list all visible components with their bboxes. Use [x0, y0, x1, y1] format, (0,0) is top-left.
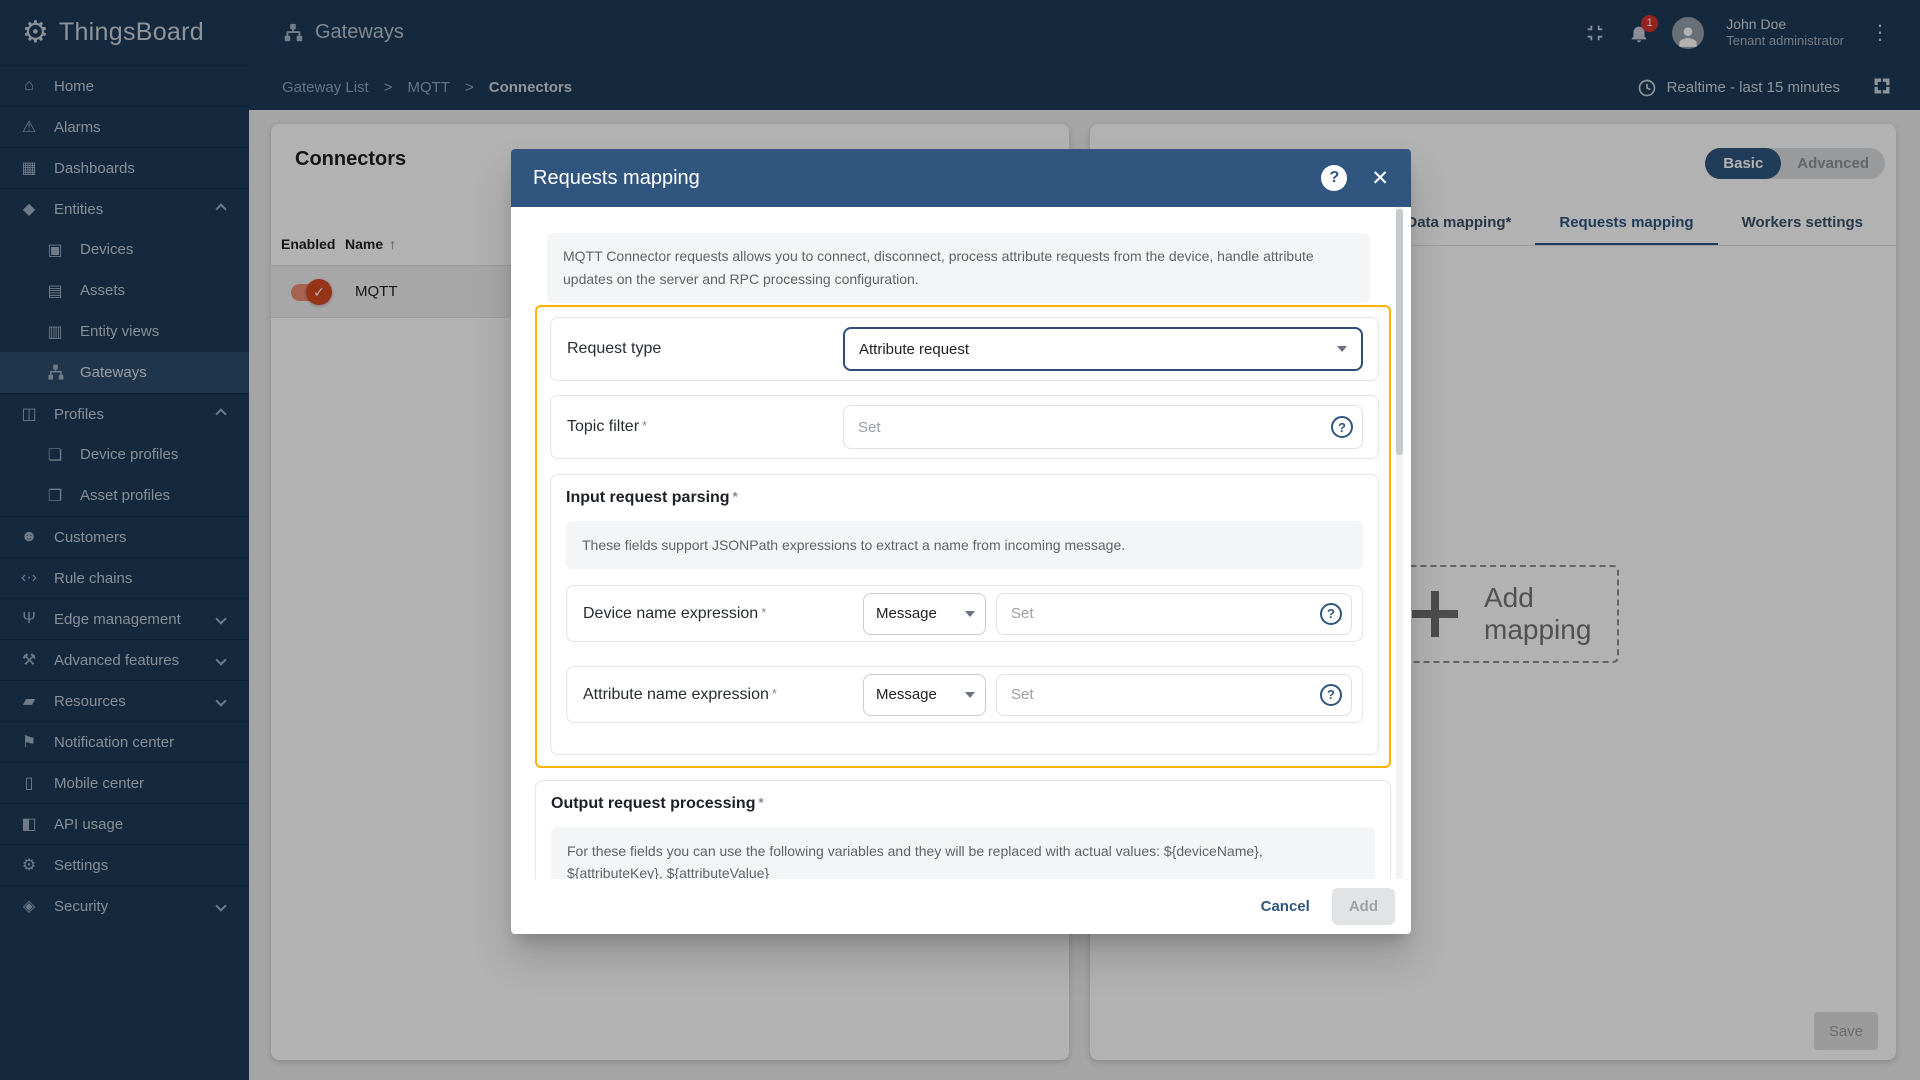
dropdown-caret-icon	[965, 692, 975, 698]
dialog-footer: Cancel Add	[511, 879, 1411, 934]
attribute-source-select[interactable]: Message	[863, 674, 986, 716]
required-marker: *	[761, 605, 766, 620]
dialog-header: Requests mapping ? ✕	[511, 149, 1411, 207]
request-type-label: Request type	[551, 340, 843, 358]
required-marker: *	[772, 686, 777, 701]
attribute-name-expression-label: Attribute name expression*	[583, 686, 863, 704]
cancel-button[interactable]: Cancel	[1261, 898, 1310, 915]
dropdown-caret-icon	[1337, 346, 1347, 352]
help-icon[interactable]: ?	[1320, 603, 1342, 625]
dropdown-caret-icon	[965, 611, 975, 617]
input-parsing-title: Input request parsing*	[566, 489, 1363, 507]
dialog-scrollbar-thumb[interactable]	[1396, 209, 1403, 455]
add-button[interactable]: Add	[1332, 888, 1395, 925]
close-icon[interactable]: ✕	[1371, 166, 1389, 191]
topic-filter-label: Topic filter*	[551, 418, 843, 436]
topic-filter-group: Topic filter* ?	[550, 395, 1379, 459]
device-name-expression-row: Device name expression* Message ?	[566, 585, 1363, 642]
request-type-select[interactable]: Attribute request	[843, 327, 1363, 371]
dialog-title: Requests mapping	[533, 167, 700, 190]
requests-mapping-dialog: Requests mapping ? ✕ MQTT Connector requ…	[511, 149, 1411, 934]
help-icon[interactable]: ?	[1321, 165, 1347, 191]
help-icon[interactable]: ?	[1331, 416, 1353, 438]
device-source-select[interactable]: Message	[863, 593, 986, 635]
attribute-name-expression-input[interactable]	[996, 674, 1352, 716]
request-type-group: Request type Attribute request	[550, 317, 1379, 381]
attribute-name-expression-row: Attribute name expression* Message ?	[566, 666, 1363, 723]
device-name-expression-label: Device name expression*	[583, 605, 863, 623]
output-processing-hint: For these fields you can use the followi…	[551, 827, 1375, 879]
required-marker: *	[733, 489, 738, 504]
required-marker: *	[642, 418, 647, 433]
topic-filter-input[interactable]	[843, 405, 1363, 449]
request-type-value: Attribute request	[859, 341, 969, 358]
dialog-body: MQTT Connector requests allows you to co…	[511, 207, 1411, 879]
help-icon[interactable]: ?	[1320, 684, 1342, 706]
highlighted-section: Request type Attribute request Topic fil…	[535, 305, 1391, 768]
required-marker: *	[758, 795, 763, 810]
input-request-parsing-group: Input request parsing* These fields supp…	[550, 474, 1379, 755]
output-request-processing-group: Output request processing* For these fie…	[535, 780, 1391, 879]
input-parsing-hint: These fields support JSONPath expression…	[566, 521, 1363, 569]
device-name-expression-input[interactable]	[996, 593, 1352, 635]
dialog-intro-text: MQTT Connector requests allows you to co…	[547, 233, 1370, 303]
output-processing-title: Output request processing*	[551, 795, 1375, 813]
